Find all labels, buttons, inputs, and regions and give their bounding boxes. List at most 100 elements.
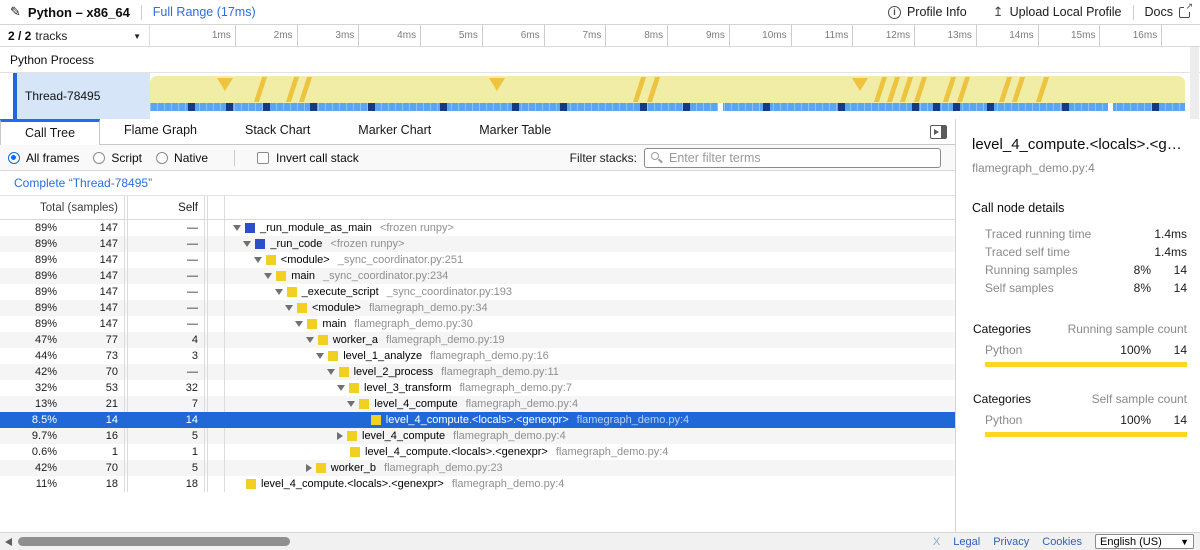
- docs-button[interactable]: Docs: [1145, 5, 1190, 19]
- tab-stack-chart[interactable]: Stack Chart: [221, 119, 334, 144]
- radio-native[interactable]: Native: [156, 151, 208, 165]
- twisty-open-icon[interactable]: [295, 321, 303, 327]
- horizontal-scrollbar-thumb[interactable]: [18, 537, 290, 546]
- full-range-link[interactable]: Full Range (17ms): [153, 5, 256, 19]
- total-percent: 42%: [0, 366, 57, 378]
- cell-tree: level_1_analyzeflamegraph_demo.py:16: [224, 348, 955, 364]
- twisty-open-icon[interactable]: [316, 353, 324, 359]
- profile-info-button[interactable]: i Profile Info: [888, 5, 967, 19]
- tracks-dropdown[interactable]: 2 / 2 tracks ▼: [0, 25, 150, 47]
- table-row[interactable]: 89%147—<module>_sync_coordinator.py:251: [0, 252, 955, 268]
- function-file: _sync_coordinator.py:251: [338, 254, 463, 266]
- cell-total: 42%70: [0, 364, 124, 380]
- table-row[interactable]: 89%147—_run_code<frozen runpy>: [0, 236, 955, 252]
- table-row[interactable]: 32%5332level_3_transformflamegraph_demo.…: [0, 380, 955, 396]
- filter-stacks-input[interactable]: [644, 148, 941, 168]
- footer-link-cookies[interactable]: Cookies: [1042, 536, 1082, 548]
- cell-self: 4: [128, 332, 204, 348]
- ruler-tick: 14ms: [989, 25, 1039, 46]
- table-row[interactable]: 89%147—_run_module_as_main<frozen runpy>: [0, 220, 955, 236]
- upload-profile-button[interactable]: ↥ Upload Local Profile: [993, 4, 1122, 20]
- twisty-open-icon[interactable]: [264, 273, 272, 279]
- thread-track-label-area[interactable]: Thread-78495: [17, 73, 150, 119]
- sample-segment-dark: [263, 103, 270, 111]
- cell-self: 3: [128, 348, 204, 364]
- table-row[interactable]: 0.6%11level_4_compute.<locals>.<genexpr>…: [0, 444, 955, 460]
- pencil-icon[interactable]: ✎: [10, 4, 21, 20]
- invert-call-stack-checkbox[interactable]: [257, 152, 269, 164]
- table-row[interactable]: 42%70—level_2_processflamegraph_demo.py:…: [0, 364, 955, 380]
- scroll-left-arrow[interactable]: [5, 538, 12, 546]
- breadcrumb-complete-thread[interactable]: Complete “Thread-78495”: [14, 176, 152, 190]
- twisty-closed-icon[interactable]: [337, 432, 343, 440]
- cell-total: 8.5%14: [0, 412, 124, 428]
- cell-total: 42%70: [0, 460, 124, 476]
- twisty-open-icon[interactable]: [233, 225, 241, 231]
- tab-call-tree[interactable]: Call Tree: [0, 119, 100, 145]
- radio-all-frames[interactable]: All frames: [8, 151, 79, 165]
- ruler-tick: 10ms: [742, 25, 792, 46]
- tracks-scrollbar[interactable]: [1190, 47, 1199, 119]
- category-square-yellow: [359, 399, 369, 409]
- cell-total: 13%21: [0, 396, 124, 412]
- twisty-open-icon[interactable]: [347, 401, 355, 407]
- footer-link-x[interactable]: X: [933, 536, 940, 548]
- twisty-open-icon[interactable]: [285, 305, 293, 311]
- radio-icon: [8, 152, 20, 164]
- cell-self: —: [128, 252, 204, 268]
- sample-segment-dark: [933, 103, 940, 111]
- category-square-yellow: [318, 335, 328, 345]
- sidebar-file-subtitle: flamegraph_demo.py:4: [972, 161, 1190, 175]
- twisty-open-icon[interactable]: [254, 257, 262, 263]
- twisty-open-icon[interactable]: [306, 337, 314, 343]
- table-row[interactable]: 9.7%165level_4_computeflamegraph_demo.py…: [0, 428, 955, 444]
- twisty-open-icon[interactable]: [337, 385, 345, 391]
- gc-marker-slash: [1012, 77, 1025, 102]
- sample-segment-dark: [560, 103, 567, 111]
- table-row[interactable]: 89%147—main_sync_coordinator.py:234: [0, 268, 955, 284]
- category-header: CategoriesRunning sample count: [973, 321, 1187, 337]
- function-file: flamegraph_demo.py:23: [384, 462, 503, 474]
- sidebar-details-header: Call node details: [972, 201, 1190, 215]
- twisty-open-icon[interactable]: [243, 241, 251, 247]
- radio-script[interactable]: Script: [93, 151, 142, 165]
- table-row[interactable]: 89%147—_execute_script_sync_coordinator.…: [0, 284, 955, 300]
- footer-link-privacy[interactable]: Privacy: [993, 536, 1029, 548]
- cell-self: 5: [128, 460, 204, 476]
- timeline-ruler-row: 2 / 2 tracks ▼ 1ms2ms3ms4ms5ms6ms7ms8ms9…: [0, 25, 1200, 47]
- ruler-tick: 6ms: [495, 25, 545, 46]
- sample-segment-dark: [987, 103, 994, 111]
- sample-segment-dark: [1152, 103, 1159, 111]
- total-percent: 32%: [0, 382, 57, 394]
- table-row[interactable]: 11%1818level_4_compute.<locals>.<genexpr…: [0, 476, 955, 492]
- twisty-open-icon[interactable]: [275, 289, 283, 295]
- table-row[interactable]: 47%774worker_aflamegraph_demo.py:19: [0, 332, 955, 348]
- metric-value: 1.4ms: [1151, 245, 1187, 259]
- cell-tree: level_4_computeflamegraph_demo.py:4: [224, 428, 955, 444]
- process-track[interactable]: Python Process: [0, 47, 1200, 73]
- table-row[interactable]: 8.5%1414level_4_compute.<locals>.<genexp…: [0, 412, 955, 428]
- table-row[interactable]: 42%705worker_bflamegraph_demo.py:23: [0, 460, 955, 476]
- sample-segment-dark: [953, 103, 960, 111]
- table-row[interactable]: 13%217level_4_computeflamegraph_demo.py:…: [0, 396, 955, 412]
- function-name: <module>: [281, 254, 330, 266]
- gc-marker-slash: [633, 77, 646, 102]
- language-select[interactable]: English (US) ▼: [1095, 534, 1194, 549]
- total-samples: 21: [57, 398, 118, 410]
- twisty-closed-icon[interactable]: [306, 464, 312, 472]
- function-name: level_3_transform: [364, 382, 451, 394]
- tab-flame-graph[interactable]: Flame Graph: [100, 119, 221, 144]
- table-row[interactable]: 89%147—<module>flamegraph_demo.py:34: [0, 300, 955, 316]
- category-square-yellow: [307, 319, 317, 329]
- tab-marker-chart[interactable]: Marker Chart: [334, 119, 455, 144]
- footer-link-legal[interactable]: Legal: [953, 536, 980, 548]
- tab-marker-table[interactable]: Marker Table: [455, 119, 575, 144]
- table-row[interactable]: 89%147—mainflamegraph_demo.py:30: [0, 316, 955, 332]
- thread-activity-graph[interactable]: [150, 73, 1185, 119]
- thread-track[interactable]: Thread-78495: [0, 73, 1200, 119]
- divider: [234, 150, 235, 166]
- twisty-open-icon[interactable]: [327, 369, 335, 375]
- sidebar-toggle-icon[interactable]: [930, 125, 947, 139]
- table-row[interactable]: 44%733level_1_analyzeflamegraph_demo.py:…: [0, 348, 955, 364]
- category-square-yellow: [371, 415, 381, 425]
